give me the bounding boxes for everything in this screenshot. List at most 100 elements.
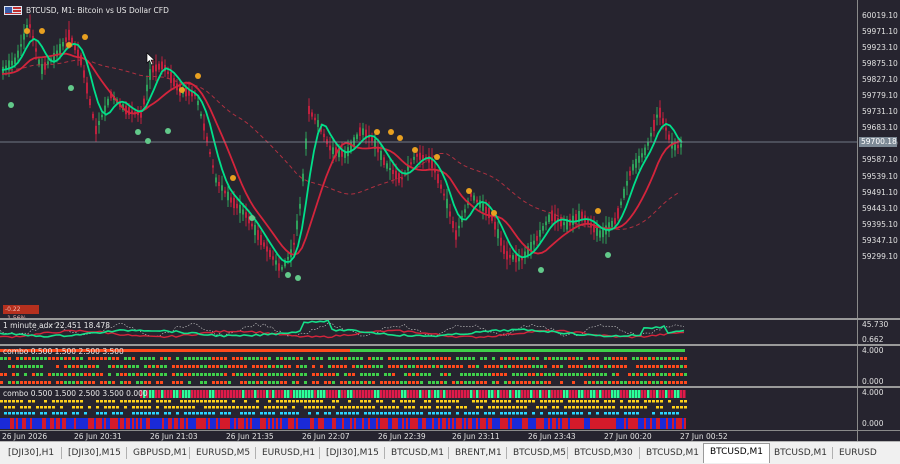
combo1-cell — [596, 381, 599, 384]
price-candle — [650, 127, 652, 143]
combo1-cell — [604, 373, 607, 376]
combo1-cell — [244, 373, 247, 376]
combo-pane-1[interactable]: combo 0.500 1.500 2.500 3.500 — [0, 346, 857, 386]
combo2-cell — [64, 400, 67, 403]
price-axis[interactable]: 60019.10 59971.10 59923.10 59875.10 59827.10… — [857, 0, 900, 318]
combo1-cell — [476, 365, 479, 368]
chart-tab[interactable]: EURUSD,H1 — [256, 445, 321, 461]
combo2-bottom-bar — [508, 418, 510, 429]
chart-tab[interactable]: EURUSD,M5 — [190, 445, 256, 461]
combo2-bottom-bar — [40, 418, 42, 429]
price-chart[interactable] — [0, 0, 857, 318]
combo2-top-cell — [530, 390, 533, 398]
combo2-bottom-bar — [398, 418, 400, 429]
adx-pane[interactable]: 1 minute adx 22.451 18.478 — [0, 320, 857, 344]
chart-tab[interactable]: BTCUSD,M1 — [703, 443, 771, 463]
combo2-cell — [4, 412, 7, 415]
combo1-cell — [264, 373, 267, 376]
combo2-cell — [24, 412, 27, 415]
combo1-cell — [456, 381, 459, 384]
combo1-cell — [24, 381, 27, 384]
price-candle — [665, 118, 667, 140]
combo2-cell — [484, 400, 487, 403]
combo1-cell — [552, 373, 555, 376]
chart-tab[interactable]: BTCUSD,M1 — [768, 445, 833, 461]
combo2-cell — [588, 412, 591, 415]
chart-tab[interactable]: [DJI30],H1 — [2, 445, 60, 461]
combo2-bottom-bar — [540, 418, 542, 429]
chart-tab[interactable]: BTCUSD,M30 — [568, 445, 639, 461]
combo1-cell — [316, 357, 319, 360]
combo2-cell — [320, 406, 323, 409]
price-candle — [263, 239, 265, 250]
fractal-marker-icon — [179, 87, 185, 93]
combo1-cell — [416, 365, 419, 368]
combo2-bottom-bar — [482, 418, 484, 429]
combo2-cell — [352, 412, 355, 415]
combo2-cell — [120, 412, 123, 415]
chart-tab[interactable]: BRENT,M1 — [449, 445, 508, 461]
combo2-bottom-bar — [60, 418, 62, 429]
combo2-bottom-bar — [0, 418, 2, 429]
main-chart-pane[interactable]: BTCUSD, M1: Bitcoin vs US Dollar CFD -0.… — [0, 0, 857, 318]
combo2-top-cell — [431, 390, 434, 398]
combo1-cell — [600, 365, 603, 368]
combo1-cell — [228, 365, 231, 368]
combo1-cell — [680, 365, 683, 368]
combo2-bottom-bar — [566, 418, 568, 429]
combo2-axis[interactable]: 4.000 0.000 — [857, 388, 900, 430]
symbol-flag-icon — [4, 6, 22, 15]
combo2-cell — [32, 412, 35, 415]
combo2-cell — [216, 400, 219, 403]
chart-tab[interactable]: BTCUSD,M1 — [385, 445, 450, 461]
combo1-cell — [256, 381, 259, 384]
combo2-top-cell — [365, 390, 368, 398]
combo1-cell — [520, 365, 523, 368]
fractal-marker-icon — [295, 275, 301, 281]
combo2-cell — [680, 406, 683, 409]
combo2-cell — [444, 406, 447, 409]
combo1-cell — [132, 365, 135, 368]
adx-axis[interactable]: 45.730 0.662 — [857, 320, 900, 344]
combo1-cell — [268, 381, 271, 384]
fractal-marker-icon — [434, 154, 440, 160]
combo2-cell — [464, 412, 467, 415]
combo1-cell — [152, 373, 155, 376]
combo1-cell — [244, 357, 247, 360]
combo2-bottom-bar — [604, 418, 606, 429]
combo2-cell — [640, 406, 643, 409]
combo1-cell — [616, 381, 619, 384]
chart-tab[interactable]: BTCUSD,M1 — [640, 445, 705, 461]
combo1-cell — [560, 373, 563, 376]
price-candle — [296, 214, 298, 236]
chart-tab[interactable]: GBPUSD,M1 — [127, 445, 193, 461]
combo1-cell — [128, 357, 131, 360]
combo2-cell — [236, 406, 239, 409]
chart-tab[interactable]: [DJI30],M15 — [320, 445, 385, 461]
combo1-cell — [180, 365, 183, 368]
combo2-cell — [192, 406, 195, 409]
combo1-cell — [588, 357, 591, 360]
combo1-cell — [380, 365, 383, 368]
combo2-cell — [516, 412, 519, 415]
tab-divider — [384, 447, 385, 459]
combo2-bottom-bar — [232, 418, 234, 429]
chart-tab[interactable]: [DJI30],M15 — [62, 445, 127, 461]
combo1-axis[interactable]: 4.000 0.000 — [857, 346, 900, 386]
combo2-cell — [60, 400, 63, 403]
combo2-cell — [356, 412, 359, 415]
combo1-cell — [176, 373, 179, 376]
combo1-cell — [556, 365, 559, 368]
combo-pane-2[interactable]: combo 0.500 1.500 2.500 3.500 0.000 — [0, 388, 857, 430]
combo1-cell — [116, 373, 119, 376]
combo2-cell — [636, 406, 639, 409]
combo1-cell — [16, 381, 19, 384]
combo2-bottom-bar — [244, 418, 246, 429]
combo2-cell — [12, 412, 15, 415]
combo1-cell — [124, 365, 127, 368]
combo2-bottom-bar — [618, 418, 620, 429]
chart-tab[interactable]: EURUSD — [833, 445, 883, 461]
combo1-cell — [36, 365, 39, 368]
combo1-cell — [636, 373, 639, 376]
chart-tab[interactable]: BTCUSD,M5 — [507, 445, 572, 461]
